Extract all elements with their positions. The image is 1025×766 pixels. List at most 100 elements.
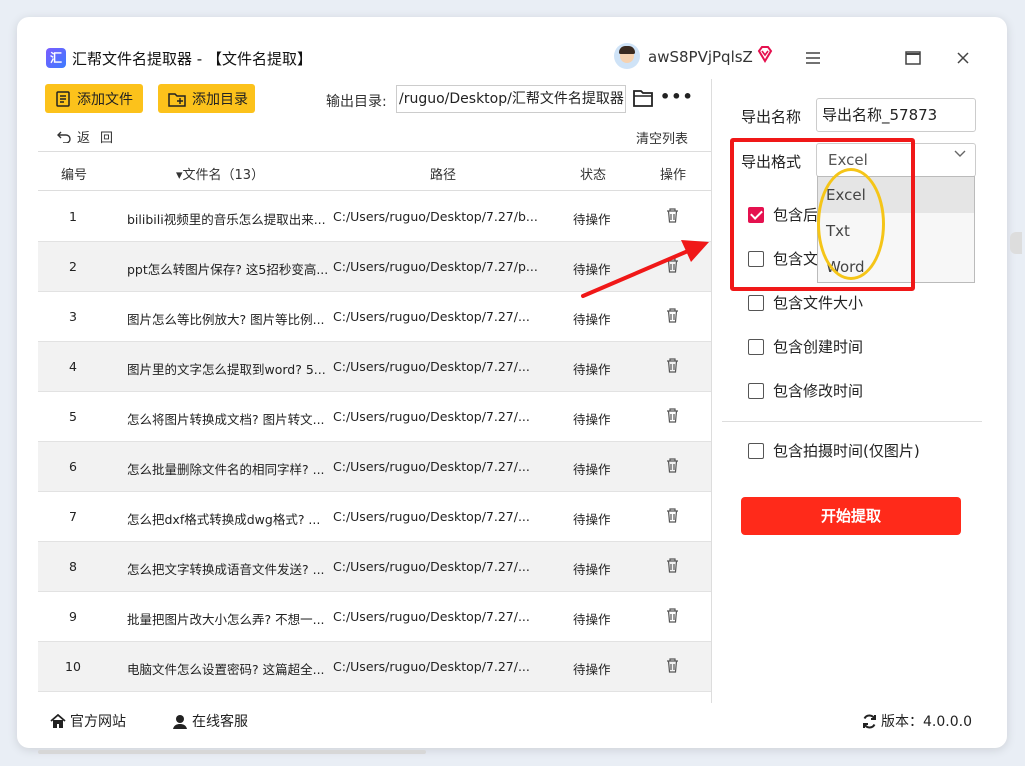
table-header: 编号 ▾文件名（13） 路径 状态 操作 bbox=[38, 151, 711, 191]
output-directory-label: 输出目录: bbox=[326, 94, 387, 110]
panel-divider bbox=[722, 421, 982, 422]
trash-icon[interactable] bbox=[666, 508, 679, 523]
trash-icon[interactable] bbox=[666, 458, 679, 473]
footer-bar: 官方网站 在线客服 版本：4.0.0.0 bbox=[38, 707, 988, 737]
trash-icon[interactable] bbox=[666, 408, 679, 423]
row-filename: bilibili视频里的音乐怎么提取出来... bbox=[127, 212, 326, 227]
row-filename: 怎么将图片转换成文档? 图片转文... bbox=[127, 412, 325, 427]
row-number: 10 bbox=[65, 659, 81, 674]
export-name-label: 导出名称 bbox=[741, 108, 802, 126]
row-path: C:/Users/ruguo/Desktop/7.27/... bbox=[333, 659, 530, 674]
trash-icon[interactable] bbox=[666, 208, 679, 223]
version-info[interactable]: 版本：4.0.0.0 bbox=[862, 711, 972, 731]
checkbox-include-taken[interactable]: 包含拍摄时间(仅图片) bbox=[748, 440, 920, 461]
row-status: 待操作 bbox=[573, 212, 611, 227]
checkbox-label: 包含文件大小 bbox=[773, 294, 864, 312]
checkbox-box[interactable] bbox=[748, 338, 764, 355]
row-path: C:/Users/ruguo/Desktop/7.27/... bbox=[333, 509, 530, 524]
maximize-button[interactable] bbox=[898, 43, 928, 73]
checkbox-include-size[interactable]: 包含文件大小 bbox=[748, 292, 863, 313]
row-filename: 图片怎么等比例放大? 图片等比例... bbox=[127, 312, 325, 327]
table-row[interactable]: 4 图片里的文字怎么提取到word? 5... C:/Users/ruguo/D… bbox=[38, 342, 711, 392]
table-row[interactable]: 6 怎么批量删除文件名的相同字样? ... C:/Users/ruguo/Des… bbox=[38, 442, 711, 492]
avatar[interactable] bbox=[614, 43, 640, 69]
header-operation: 操作 bbox=[660, 168, 687, 183]
header-status: 状态 bbox=[580, 168, 607, 183]
row-status: 待操作 bbox=[573, 512, 611, 527]
row-path: C:/Users/ruguo/Desktop/7.27/... bbox=[333, 409, 530, 424]
add-directory-button[interactable]: 添加目录 bbox=[158, 84, 255, 113]
table-row[interactable]: 8 怎么把文字转换成语音文件发送? ... C:/Users/ruguo/Des… bbox=[38, 542, 711, 592]
vip-diamond-icon[interactable] bbox=[756, 45, 774, 63]
row-number: 3 bbox=[69, 309, 77, 324]
customer-service-icon bbox=[173, 714, 187, 729]
chevron-down-icon[interactable] bbox=[954, 150, 966, 158]
add-folder-icon bbox=[168, 92, 186, 107]
checkbox-box[interactable] bbox=[748, 382, 764, 399]
row-filename: 怎么把文字转换成语音文件发送? ... bbox=[127, 562, 325, 577]
checkbox-label: 包含修改时间 bbox=[773, 382, 864, 400]
checkbox-box[interactable] bbox=[748, 294, 764, 311]
add-file-icon bbox=[56, 90, 70, 107]
folder-icon[interactable] bbox=[633, 89, 653, 107]
trash-icon[interactable] bbox=[666, 308, 679, 323]
panel-splitter[interactable] bbox=[711, 79, 712, 703]
row-path: C:/Users/ruguo/Desktop/7.27/... bbox=[333, 309, 530, 324]
row-filename: 批量把图片改大小怎么弄? 不想一... bbox=[127, 612, 325, 627]
home-icon bbox=[50, 713, 66, 728]
horizontal-scrollbar[interactable] bbox=[38, 750, 426, 754]
row-filename: 怎么批量删除文件名的相同字样? ... bbox=[127, 462, 325, 477]
version-label: 版本：4.0.0.0 bbox=[881, 714, 972, 730]
close-button[interactable] bbox=[948, 43, 978, 73]
app-window: 汇 汇帮文件名提取器 - 【文件名提取】 awS8PVjPqlsZ 添加文件 添… bbox=[17, 17, 1007, 748]
trash-icon[interactable] bbox=[666, 358, 679, 373]
start-extract-button[interactable]: 开始提取 bbox=[741, 497, 961, 535]
window-title: 汇帮文件名提取器 - 【文件名提取】 bbox=[72, 50, 312, 68]
row-status: 待操作 bbox=[573, 312, 611, 327]
row-status: 待操作 bbox=[573, 412, 611, 427]
trash-icon[interactable] bbox=[666, 558, 679, 573]
row-path: C:/Users/ruguo/Desktop/7.27/p... bbox=[333, 259, 538, 274]
checkbox-label: 包含拍摄时间(仅图片) bbox=[773, 442, 920, 460]
add-directory-label: 添加目录 bbox=[192, 91, 248, 108]
table-row[interactable]: 7 怎么把dxf格式转换成dwg格式? ... C:/Users/ruguo/D… bbox=[38, 492, 711, 542]
add-file-button[interactable]: 添加文件 bbox=[45, 84, 143, 113]
row-filename: ppt怎么转图片保存? 这5招秒变高... bbox=[127, 262, 329, 277]
hamburger-icon bbox=[806, 52, 820, 64]
trash-icon[interactable] bbox=[666, 608, 679, 623]
row-path: C:/Users/ruguo/Desktop/7.27/... bbox=[333, 459, 530, 474]
row-filename: 怎么把dxf格式转换成dwg格式? ... bbox=[127, 512, 321, 527]
official-site-link[interactable]: 官方网站 bbox=[50, 711, 126, 731]
checkbox-include-created[interactable]: 包含创建时间 bbox=[748, 336, 863, 357]
table-row[interactable]: 5 怎么将图片转换成文档? 图片转文... C:/Users/ruguo/Des… bbox=[38, 392, 711, 442]
output-directory-input[interactable]: /ruguo/Desktop/汇帮文件名提取器 bbox=[396, 85, 626, 113]
more-options-icon[interactable]: ••• bbox=[660, 87, 694, 106]
row-status: 待操作 bbox=[573, 462, 611, 477]
username[interactable]: awS8PVjPqlsZ bbox=[648, 48, 753, 66]
checkbox-include-modified[interactable]: 包含修改时间 bbox=[748, 380, 863, 401]
header-path: 路径 bbox=[430, 168, 457, 183]
row-path: C:/Users/ruguo/Desktop/7.27/... bbox=[333, 559, 530, 574]
side-handle[interactable] bbox=[1010, 232, 1022, 254]
header-filename[interactable]: ▾文件名（13） bbox=[176, 164, 264, 183]
row-status: 待操作 bbox=[573, 562, 611, 577]
back-button[interactable]: 返回 bbox=[57, 127, 123, 146]
maximize-icon bbox=[905, 51, 921, 65]
trash-icon[interactable] bbox=[666, 658, 679, 673]
row-number: 6 bbox=[69, 459, 77, 474]
refresh-icon bbox=[863, 714, 876, 728]
menu-button[interactable] bbox=[798, 43, 828, 73]
export-name-input[interactable]: 导出名称_57873 bbox=[816, 98, 976, 132]
table-row[interactable]: 10 电脑文件怎么设置密码? 这篇超全... C:/Users/ruguo/De… bbox=[38, 642, 711, 692]
row-number: 2 bbox=[69, 259, 77, 274]
avatar-hair bbox=[619, 46, 635, 54]
back-label: 返回 bbox=[77, 131, 124, 146]
row-number: 9 bbox=[69, 609, 77, 624]
add-file-label: 添加文件 bbox=[77, 91, 133, 108]
online-service-link[interactable]: 在线客服 bbox=[172, 711, 248, 731]
table-row[interactable]: 9 批量把图片改大小怎么弄? 不想一... C:/Users/ruguo/Des… bbox=[38, 592, 711, 642]
row-number: 1 bbox=[69, 209, 77, 224]
checkbox-label: 包含创建时间 bbox=[773, 338, 864, 356]
clear-list-button[interactable]: 清空列表 bbox=[636, 128, 688, 147]
checkbox-box[interactable] bbox=[748, 442, 764, 459]
